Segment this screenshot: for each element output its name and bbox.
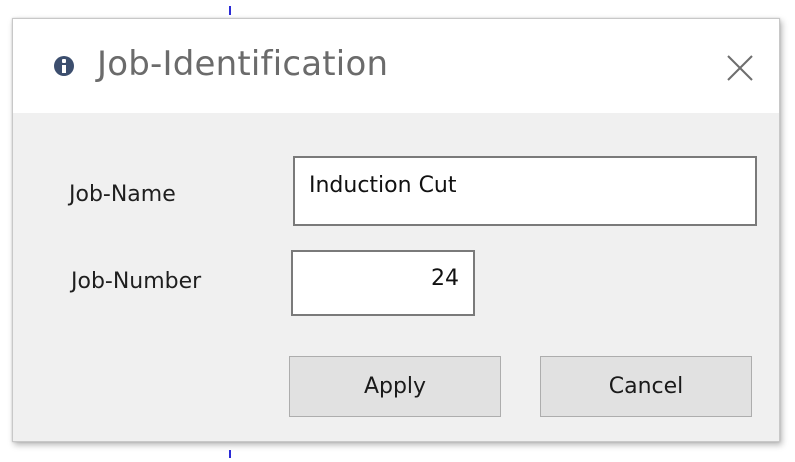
job-identification-dialog: Job-Identification Job-Name Job-Number A…	[12, 18, 780, 442]
guide-marker-bottom	[229, 450, 231, 458]
job-number-label: Job-Number	[71, 269, 202, 294]
job-name-input[interactable]	[293, 156, 757, 226]
job-number-input[interactable]	[291, 250, 475, 316]
cancel-button[interactable]: Cancel	[540, 356, 752, 417]
job-name-label: Job-Name	[69, 182, 176, 207]
apply-button[interactable]: Apply	[289, 356, 501, 417]
close-icon[interactable]	[725, 53, 755, 83]
info-icon	[54, 56, 74, 76]
guide-marker-top	[229, 6, 231, 15]
dialog-title: Job-Identification	[97, 44, 389, 84]
dialog-titlebar: Job-Identification	[13, 19, 779, 113]
